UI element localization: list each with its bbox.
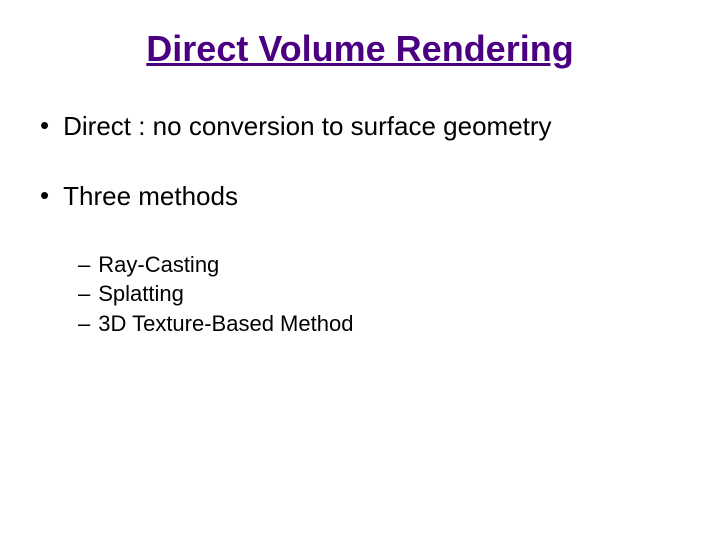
sub-bullet-list: – Ray-Casting – Splatting – 3D Texture-B… [78,250,680,339]
bullet-marker: • [40,180,49,211]
sub-bullet-text: Splatting [98,279,184,309]
bullet-marker: • [40,110,49,141]
bullet-item: • Three methods [40,180,680,214]
sub-bullet-item: – 3D Texture-Based Method [78,309,680,339]
bullet-text: Three methods [63,180,238,214]
bullet-text: Direct : no conversion to surface geomet… [63,110,551,144]
slide-title: Direct Volume Rendering [40,28,680,70]
sub-bullet-marker: – [78,250,90,280]
sub-bullet-item: – Splatting [78,279,680,309]
bullet-item: • Direct : no conversion to surface geom… [40,110,680,144]
sub-bullet-marker: – [78,279,90,309]
sub-bullet-marker: – [78,309,90,339]
sub-bullet-text: 3D Texture-Based Method [98,309,353,339]
sub-bullet-text: Ray-Casting [98,250,219,280]
sub-bullet-item: – Ray-Casting [78,250,680,280]
